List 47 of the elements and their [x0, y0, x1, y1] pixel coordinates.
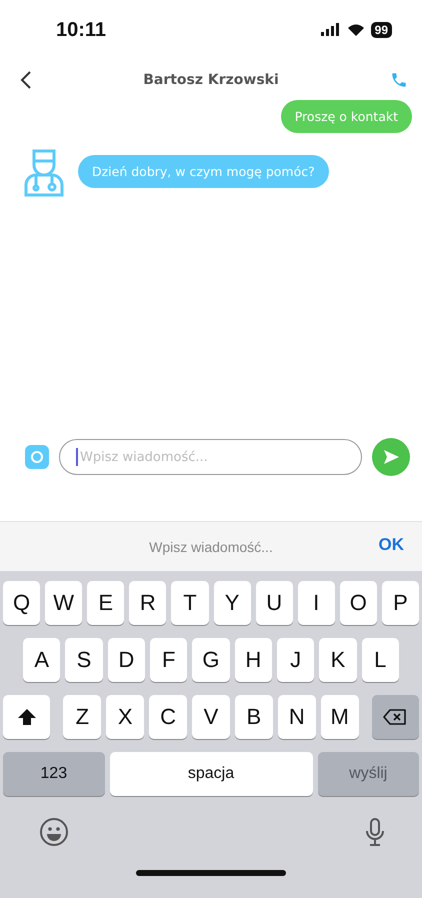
- key[interactable]: L: [362, 638, 399, 682]
- key[interactable]: J: [276, 638, 314, 682]
- key[interactable]: Q: [3, 581, 40, 625]
- key[interactable]: Y: [214, 581, 251, 625]
- shift-icon: [16, 708, 37, 726]
- key[interactable]: K: [319, 638, 357, 682]
- key[interactable]: F: [150, 638, 188, 682]
- key[interactable]: P: [382, 581, 419, 625]
- shift-key[interactable]: [3, 695, 50, 739]
- signal-icon: [320, 23, 341, 37]
- key[interactable]: O: [340, 581, 377, 625]
- microphone-icon[interactable]: [365, 817, 385, 847]
- key[interactable]: X: [106, 695, 144, 739]
- backspace-icon: [383, 708, 408, 726]
- contact-name: Bartosz Krzowski: [143, 72, 279, 88]
- field-hint: Wpisz wiadomość...: [149, 538, 273, 554]
- key[interactable]: H: [234, 638, 272, 682]
- key[interactable]: V: [192, 695, 230, 739]
- key[interactable]: I: [298, 581, 335, 625]
- camera-icon: [30, 450, 44, 464]
- key[interactable]: R: [129, 581, 166, 625]
- back-icon[interactable]: [20, 70, 32, 90]
- wifi-icon: [346, 23, 365, 37]
- space-key[interactable]: spacja: [110, 752, 312, 796]
- key[interactable]: M: [320, 695, 359, 739]
- key[interactable]: S: [65, 638, 103, 682]
- backspace-key[interactable]: [372, 695, 419, 739]
- message-bubble: Proszę o kontakt: [280, 100, 412, 133]
- key[interactable]: T: [171, 581, 208, 625]
- battery-level: 99: [370, 22, 392, 38]
- key[interactable]: B: [234, 695, 273, 739]
- key[interactable]: 123: [3, 752, 104, 796]
- key[interactable]: C: [149, 695, 188, 739]
- key[interactable]: D: [108, 638, 145, 682]
- send-icon: [382, 448, 400, 466]
- key[interactable]: E: [87, 581, 124, 625]
- key[interactable]: Z: [63, 695, 102, 739]
- key[interactable]: W: [45, 581, 82, 625]
- message-bubble: Dzień dobry, w czym mogę pomóc?: [78, 154, 329, 188]
- key[interactable]: U: [256, 581, 293, 625]
- message-field[interactable]: Wpisz wiadomość...: [59, 439, 362, 475]
- emoji-icon[interactable]: [39, 817, 69, 847]
- key[interactable]: N: [278, 695, 316, 739]
- status-time: 10:11: [56, 18, 106, 42]
- key[interactable]: A: [23, 638, 60, 682]
- key[interactable]: G: [192, 638, 230, 682]
- ok-button[interactable]: OK: [372, 534, 410, 556]
